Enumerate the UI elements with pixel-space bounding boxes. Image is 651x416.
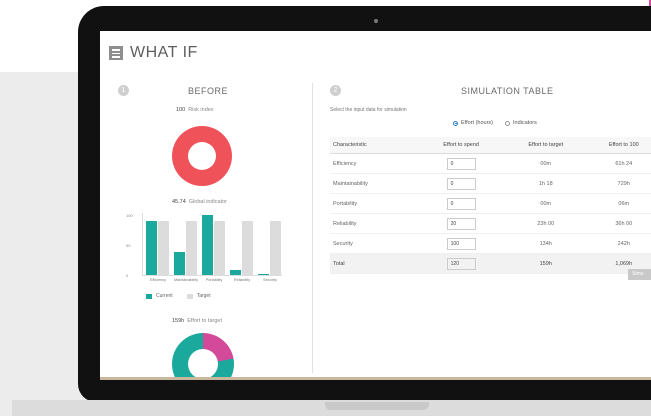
y-tick-label: 50 bbox=[126, 243, 131, 248]
x-tick-label: Reliability bbox=[233, 278, 251, 282]
bar-target-maintainability bbox=[186, 221, 197, 275]
page-title: WHAT IF bbox=[130, 44, 198, 61]
bar-target-reliability bbox=[242, 221, 253, 275]
simulation-title: SIMULATION TABLE bbox=[461, 86, 554, 96]
bar-target-security bbox=[270, 221, 281, 275]
total-spend: 120 bbox=[446, 257, 476, 270]
effort-input[interactable]: 0 bbox=[446, 177, 476, 190]
col-effort-target: Effort to target bbox=[503, 137, 588, 154]
row-name: Efficiency bbox=[330, 153, 419, 174]
table-total-row: Total 120 159h 1,069h bbox=[330, 253, 651, 274]
row-to100: 729h bbox=[587, 173, 651, 194]
table-header-row: Characteristic Effort to spend Effort to… bbox=[330, 137, 651, 154]
bar-current-efficiency bbox=[146, 221, 157, 275]
effort-to-target-label: Effort to target bbox=[187, 318, 223, 324]
row-name: Maintainability bbox=[330, 173, 419, 194]
global-indicator-label: Global indicator bbox=[188, 199, 227, 205]
table-row: Reliability 20 23h 00 36h 00 bbox=[330, 213, 651, 234]
page-header: WHAT IF bbox=[109, 43, 198, 63]
row-target: 1h 18 bbox=[503, 173, 588, 194]
table-row: Maintainability 0 1h 18 729h bbox=[330, 173, 651, 194]
camera-icon bbox=[374, 19, 378, 23]
menu-icon[interactable] bbox=[109, 46, 123, 60]
effort-input[interactable]: 0 bbox=[446, 197, 476, 210]
row-target: 134h bbox=[503, 233, 588, 254]
row-to100: 61h 24 bbox=[587, 153, 651, 174]
legend-target: Target bbox=[196, 293, 211, 299]
row-target: 00m bbox=[503, 153, 588, 174]
legend-current-swatch bbox=[146, 293, 152, 299]
row-target: 00m bbox=[503, 193, 588, 214]
bar-current-reliability bbox=[230, 270, 241, 275]
x-axis bbox=[142, 275, 282, 276]
app-screen: WHAT IF 1 BEFORE 100 Risk index 45.74 Glob… bbox=[100, 31, 651, 377]
effort-to-target-value: 159h bbox=[172, 318, 185, 324]
y-tick-label: 100 bbox=[126, 213, 133, 218]
col-effort-100: Effort to 100 bbox=[587, 137, 651, 154]
row-name: Security bbox=[330, 233, 419, 254]
simulation-table: Characteristic Effort to spend Effort to… bbox=[330, 137, 651, 274]
global-indicator: 45.74 Global indicator bbox=[172, 199, 227, 205]
effort-input[interactable]: 0 bbox=[446, 157, 476, 170]
effort-to-target: 159h Effort to target bbox=[172, 318, 222, 324]
global-indicator-value: 45.74 bbox=[172, 199, 186, 205]
before-title: BEFORE bbox=[188, 86, 229, 96]
col-effort-spend: Effort to spend bbox=[418, 137, 504, 154]
table-row: Efficiency 0 00m 61h 24 bbox=[330, 153, 651, 174]
step-badge-before: 1 bbox=[118, 85, 129, 96]
radio-indicators[interactable] bbox=[505, 120, 510, 126]
y-axis bbox=[142, 213, 143, 275]
total-target: 159h bbox=[503, 253, 588, 274]
risk-donut bbox=[172, 126, 232, 186]
bar-target-portability bbox=[214, 221, 225, 275]
row-to100: 06m bbox=[587, 193, 651, 214]
effort-input[interactable]: 20 bbox=[446, 217, 476, 230]
row-to100: 242h bbox=[587, 233, 651, 254]
effort-donut bbox=[172, 333, 234, 377]
radio-effort[interactable] bbox=[453, 120, 458, 126]
row-name: Portability bbox=[330, 193, 419, 214]
radio-effort-label[interactable]: Effort (hours) bbox=[461, 120, 493, 126]
effort-input[interactable]: 100 bbox=[446, 237, 476, 250]
x-tick-label: Portability bbox=[205, 278, 223, 282]
simulation-hint: Select the input data for simulation bbox=[330, 107, 407, 113]
row-name: Reliability bbox=[330, 213, 419, 234]
bar-target-efficiency bbox=[158, 221, 169, 275]
table-row: Portability 0 00m 06m bbox=[330, 193, 651, 214]
legend-current: Current bbox=[156, 293, 173, 299]
chart-legend: Current Target bbox=[146, 293, 211, 299]
row-to100: 36h 00 bbox=[587, 213, 651, 234]
risk-index-value: 100 bbox=[176, 107, 186, 113]
table-row: Security 100 134h 242h bbox=[330, 233, 651, 254]
step-badge-simulation: 2 bbox=[330, 85, 341, 96]
simulate-button[interactable]: Simu bbox=[628, 269, 651, 280]
screen-bottom-edge bbox=[100, 377, 651, 380]
risk-index-label: Risk index bbox=[188, 107, 214, 113]
legend-target-swatch bbox=[186, 293, 193, 299]
x-tick-label: Security bbox=[263, 278, 277, 282]
input-type-radios: Effort (hours) Indicators bbox=[453, 120, 537, 126]
x-tick-label: Efficiency bbox=[149, 278, 167, 282]
col-characteristic: Characteristic bbox=[330, 137, 419, 154]
section-divider bbox=[312, 83, 313, 373]
bar-current-security bbox=[258, 273, 269, 275]
bar-current-portability bbox=[202, 215, 213, 275]
indicator-bar-chart: 100 50 0 Efficiency Maintainability Portabili… bbox=[124, 211, 284, 289]
radio-indicators-label[interactable]: Indicators bbox=[513, 120, 537, 126]
total-label: Total bbox=[330, 253, 419, 274]
risk-index: 100 Risk index bbox=[176, 107, 214, 113]
row-target: 23h 00 bbox=[503, 213, 588, 234]
laptop-notch bbox=[325, 402, 429, 410]
x-tick-label: Maintainability bbox=[173, 278, 199, 282]
bar-current-maintainability bbox=[174, 252, 185, 275]
y-tick-label: 0 bbox=[126, 273, 129, 278]
